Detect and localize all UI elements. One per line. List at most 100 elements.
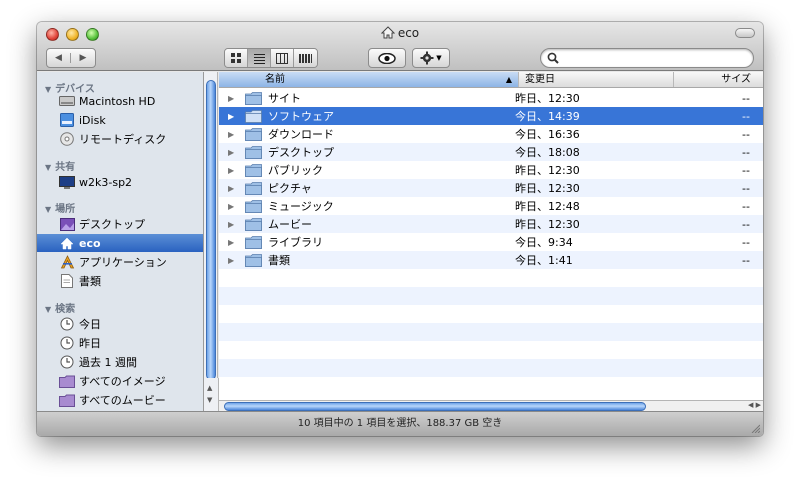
file-name: ダウンロード xyxy=(268,128,334,141)
search-icon xyxy=(547,52,559,64)
disclosure-triangle-icon[interactable]: ▶ xyxy=(228,256,240,265)
file-date: 昨日、12:30 xyxy=(515,92,580,105)
folder-icon xyxy=(245,217,262,231)
applications-icon xyxy=(59,255,75,270)
sidebar-item-past-week[interactable]: 過去 1 週間 xyxy=(37,353,203,371)
folder-icon xyxy=(245,127,262,141)
title-bar[interactable]: eco ◀ ▶ ▼ xyxy=(37,22,763,71)
list-horizontal-scrollbar[interactable]: ◀ ▶ xyxy=(219,400,763,411)
folder-icon xyxy=(245,181,262,195)
shared-computer-icon xyxy=(59,175,75,190)
sidebar-item-eco[interactable]: eco xyxy=(37,234,203,252)
sidebar-section-shared[interactable]: ▼ 共有 xyxy=(45,158,75,173)
file-name: ソフトウェア xyxy=(268,110,334,123)
back-button[interactable]: ◀ xyxy=(47,53,72,63)
file-row[interactable]: ▶ パブリック 昨日、12:30 -- xyxy=(219,161,763,179)
file-date: 今日、14:39 xyxy=(515,110,580,123)
disclosure-triangle-icon[interactable]: ▶ xyxy=(228,112,240,121)
disclosure-triangle-icon[interactable]: ▶ xyxy=(228,166,240,175)
column-header-name[interactable]: 名前 ▲ xyxy=(219,72,519,87)
list-vertical-scrollbar[interactable]: ▲ ▼ xyxy=(204,378,219,411)
desktop-icon xyxy=(59,217,75,232)
column-view-button[interactable] xyxy=(271,49,294,67)
disclosure-triangle-icon[interactable]: ▶ xyxy=(228,184,240,193)
scroll-down-arrow-icon[interactable]: ▼ xyxy=(207,396,212,404)
home-icon xyxy=(59,236,75,251)
file-row[interactable]: ▶ デスクトップ 今日、18:08 -- xyxy=(219,143,763,161)
horizontal-scroll-arrows[interactable]: ◀ ▶ xyxy=(748,401,761,409)
window-title: eco xyxy=(397,26,420,40)
sidebar-item-today[interactable]: 今日 xyxy=(37,315,203,333)
disclosure-triangle-icon[interactable]: ▶ xyxy=(228,148,240,157)
file-row[interactable]: ▶ ムービー 昨日、12:30 -- xyxy=(219,215,763,233)
disclosure-triangle-icon[interactable]: ▶ xyxy=(228,130,240,139)
status-text: 10 項目中の 1 項目を選択、188.37 GB 空き xyxy=(297,418,503,429)
file-size: -- xyxy=(742,163,750,177)
sidebar-scrollbar[interactable] xyxy=(204,72,218,411)
status-bar: 10 項目中の 1 項目を選択、188.37 GB 空き xyxy=(37,411,763,436)
view-switcher xyxy=(224,48,318,68)
sidebar-item-remote-disc[interactable]: リモートディスク xyxy=(37,130,203,148)
forward-button[interactable]: ▶ xyxy=(71,53,95,63)
file-date: 昨日、12:30 xyxy=(515,182,580,195)
file-row[interactable]: ▶ ソフトウェア 今日、14:39 -- xyxy=(219,107,763,125)
action-menu-button[interactable]: ▼ xyxy=(412,48,450,68)
file-row[interactable]: ▶ ミュージック 昨日、12:48 -- xyxy=(219,197,763,215)
file-row[interactable]: ▶ ライブラリ 今日、9:34 -- xyxy=(219,233,763,251)
sidebar-section-search[interactable]: ▼ 検索 xyxy=(45,300,75,315)
file-row[interactable]: ▶ ダウンロード 今日、16:36 -- xyxy=(219,125,763,143)
sidebar-item-macintosh-hd[interactable]: Macintosh HD xyxy=(37,92,203,110)
empty-row xyxy=(219,359,763,377)
list-view-icon xyxy=(253,53,265,64)
sort-ascending-icon: ▲ xyxy=(505,75,512,84)
coverflow-view-icon xyxy=(299,53,312,63)
folder-icon xyxy=(245,253,262,267)
file-size: -- xyxy=(742,109,750,123)
quick-look-button[interactable] xyxy=(368,48,406,68)
column-header-size[interactable]: サイズ xyxy=(674,72,763,87)
sidebar-item-w2k3-sp2[interactable]: w2k3-sp2 xyxy=(37,173,203,191)
sidebar-item-documents[interactable]: 書類 xyxy=(37,272,203,290)
file-row[interactable]: ▶ 書類 今日、1:41 -- xyxy=(219,251,763,269)
file-date: 昨日、12:30 xyxy=(515,164,580,177)
empty-row xyxy=(219,377,763,395)
sidebar-item-idisk[interactable]: iDisk xyxy=(37,111,203,129)
column-header-date[interactable]: 変更日 xyxy=(519,72,674,87)
file-size: -- xyxy=(742,91,750,105)
folder-icon xyxy=(245,235,262,249)
coverflow-view-button[interactable] xyxy=(294,49,317,67)
sidebar-item-desktop[interactable]: デスクトップ xyxy=(37,215,203,233)
horizontal-scroll-thumb[interactable] xyxy=(224,402,646,411)
icon-view-button[interactable] xyxy=(225,49,248,67)
disclosure-triangle-icon[interactable]: ▶ xyxy=(228,220,240,229)
file-size: -- xyxy=(742,253,750,267)
file-date: 今日、16:36 xyxy=(515,128,580,141)
disclosure-triangle-icon[interactable]: ▶ xyxy=(228,202,240,211)
disclosure-triangle-icon[interactable]: ▶ xyxy=(228,238,240,247)
file-date: 今日、1:41 xyxy=(515,254,573,267)
disclosure-triangle-icon: ▼ xyxy=(45,205,52,214)
search-input[interactable] xyxy=(563,50,743,66)
file-row[interactable]: ▶ サイト 昨日、12:30 -- xyxy=(219,89,763,107)
file-size: -- xyxy=(742,235,750,249)
hard-disk-icon xyxy=(59,94,75,109)
empty-row xyxy=(219,287,763,305)
file-size: -- xyxy=(742,217,750,231)
sidebar-item-yesterday[interactable]: 昨日 xyxy=(37,334,203,352)
sidebar-item-all-movies[interactable]: すべてのムービー xyxy=(37,391,203,409)
search-field[interactable] xyxy=(540,48,754,68)
file-date: 今日、18:08 xyxy=(515,146,580,159)
documents-icon xyxy=(59,274,75,289)
toolbar-toggle-button[interactable] xyxy=(735,28,755,38)
sidebar-section-places[interactable]: ▼ 場所 xyxy=(45,200,75,215)
resize-grip-icon[interactable] xyxy=(750,423,760,433)
disclosure-triangle-icon[interactable]: ▶ xyxy=(228,94,240,103)
list-view-button[interactable] xyxy=(248,49,271,67)
file-row[interactable]: ▶ ピクチャ 昨日、12:30 -- xyxy=(219,179,763,197)
scroll-up-arrow-icon[interactable]: ▲ xyxy=(207,384,212,392)
sidebar-item-applications[interactable]: アプリケーション xyxy=(37,253,203,271)
smart-folder-icon xyxy=(59,374,75,389)
folder-icon xyxy=(245,109,262,123)
sidebar-scroll-thumb[interactable] xyxy=(206,80,216,380)
sidebar-item-all-images[interactable]: すべてのイメージ xyxy=(37,372,203,390)
